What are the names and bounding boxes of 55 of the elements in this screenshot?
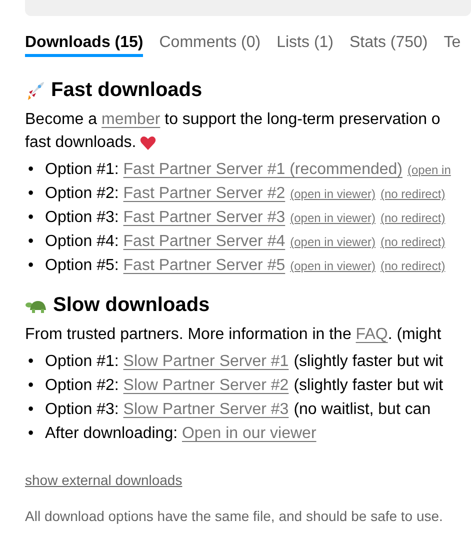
extra-link[interactable]: (no redirect) [380, 259, 446, 273]
bullet: • [28, 400, 35, 420]
option-note: (slightly faster but wit [294, 377, 444, 394]
bullet: • [28, 424, 35, 444]
bullet: • [28, 256, 35, 276]
tab[interactable]: Comments (0) [159, 34, 261, 57]
intro-text: From trusted partners. More information in the FAQ. (might [25, 325, 442, 345]
option-label: Option #2: [45, 185, 119, 202]
option-label: Option #3: [45, 401, 119, 418]
section-heading: Fast downloads [51, 79, 202, 102]
server-link[interactable]: Fast Partner Server #3 [123, 209, 286, 226]
server-link[interactable]: Fast Partner Server #2 [123, 185, 286, 202]
extra-link[interactable]: (no redirect) [380, 211, 446, 225]
server-link[interactable]: Slow Partner Server #1 [123, 353, 289, 370]
bullet: • [28, 184, 35, 204]
tab[interactable]: Downloads (15) [25, 34, 144, 57]
server-link[interactable]: Slow Partner Server #3 [123, 401, 289, 418]
extra-link[interactable]: (open in viewer) [290, 187, 376, 201]
bullet: • [28, 352, 35, 372]
show-external-link[interactable]: show external downloads [25, 472, 182, 488]
tab[interactable]: Lists (1) [276, 34, 334, 57]
tab[interactable]: Stats (750) [350, 34, 428, 57]
faq-link[interactable]: FAQ [356, 326, 388, 343]
extra-link[interactable]: (open in viewer) [290, 211, 376, 225]
option-label: Option #3: [45, 209, 119, 226]
server-link[interactable]: Fast Partner Server #4 [123, 233, 286, 250]
option-label: After downloading: [45, 425, 178, 442]
server-link[interactable]: Fast Partner Server #5 [123, 257, 286, 274]
member-link[interactable]: member [101, 111, 160, 128]
extra-link[interactable]: (no redirect) [380, 187, 446, 201]
option-label: Option #2: [45, 377, 119, 394]
intro-text: fast downloads. [25, 133, 136, 153]
server-link[interactable]: Open in our viewer [182, 425, 316, 442]
bullet: • [28, 160, 35, 180]
option-note: (slightly faster but wit [294, 353, 444, 370]
section-heading: Slow downloads [53, 294, 210, 317]
option-label: Option #1: [45, 353, 119, 370]
option-label: Option #4: [45, 233, 119, 250]
heart-icon [140, 136, 156, 150]
rocket-icon [25, 80, 45, 100]
extra-link[interactable]: (open in [408, 163, 451, 177]
bullet: • [28, 376, 35, 396]
option-note: (no waitlist, but can [294, 401, 431, 418]
option-label: Option #1: [45, 161, 119, 178]
extra-link[interactable]: (open in viewer) [290, 259, 376, 273]
extra-link[interactable]: (no redirect) [380, 235, 446, 249]
tab[interactable]: Te [444, 34, 461, 57]
footer-note: All download options have the same file, and should be safe to use. [25, 508, 444, 524]
server-link[interactable]: Fast Partner Server #1 (recommended) [123, 161, 402, 178]
option-label: Option #5: [45, 257, 119, 274]
bullet: • [28, 232, 35, 252]
intro-text: Become a member to support the long-term preservation o [25, 110, 442, 130]
bullet: • [28, 208, 35, 228]
extra-link[interactable]: (open in viewer) [290, 235, 376, 249]
server-link[interactable]: Slow Partner Server #2 [123, 377, 289, 394]
